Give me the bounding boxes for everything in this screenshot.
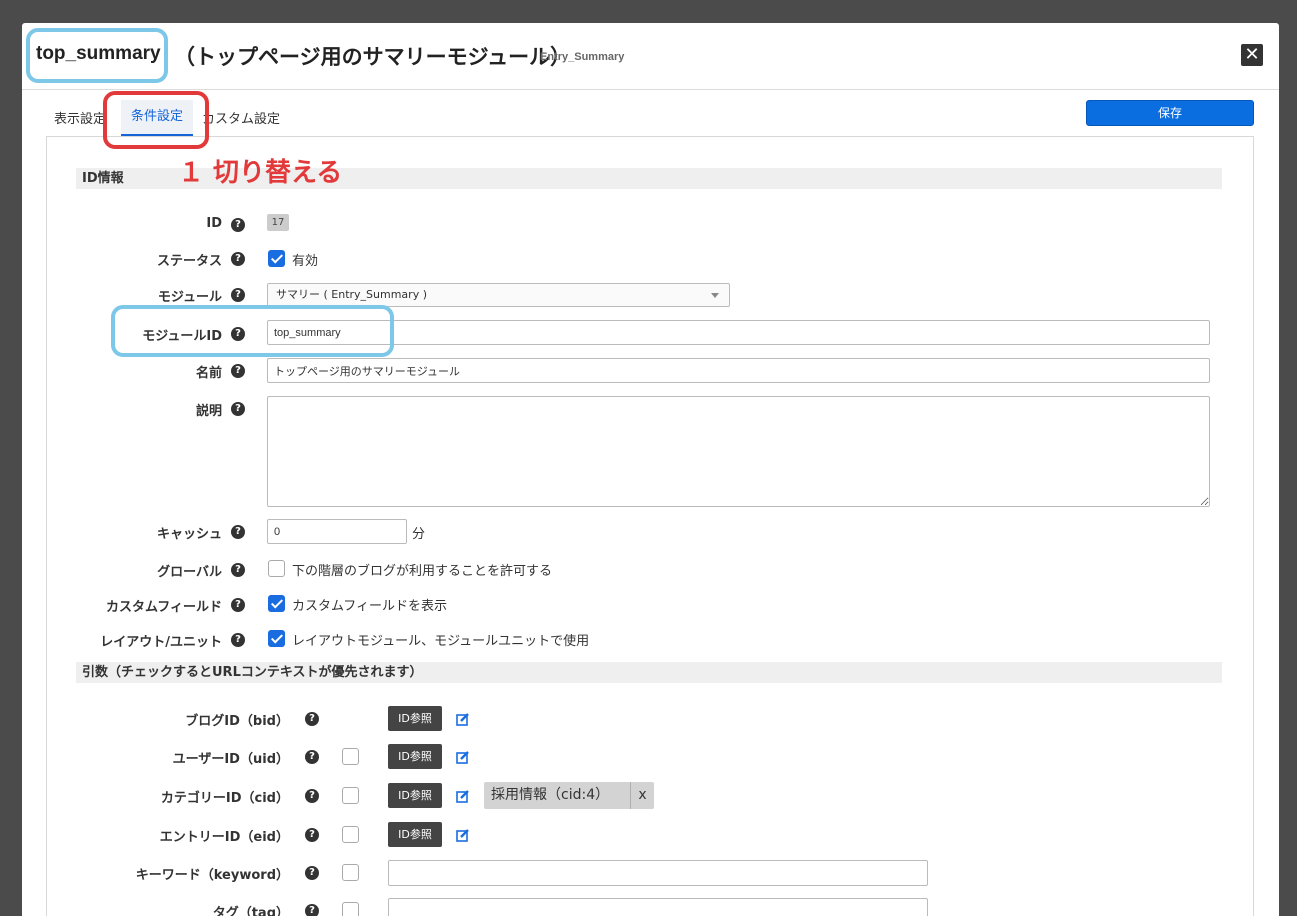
module-select-value: サマリー ( Entry_Summary ) xyxy=(276,288,427,301)
label-module-id: モジュールID xyxy=(142,329,222,344)
global-checkbox[interactable] xyxy=(268,560,285,577)
help-icon[interactable]: ? xyxy=(231,525,245,539)
cache-unit: 分 xyxy=(412,527,426,542)
eid-checkbox[interactable] xyxy=(342,826,359,843)
help-icon[interactable]: ? xyxy=(231,402,245,416)
edit-icon[interactable] xyxy=(456,789,470,803)
label-cid: カテゴリーID（cid） xyxy=(160,791,289,806)
help-icon[interactable]: ? xyxy=(231,364,245,378)
custom-field-checkbox[interactable] xyxy=(268,595,285,612)
help-icon[interactable]: ? xyxy=(231,218,245,232)
module-name-title: （トップページ用のサマリーモジュール） xyxy=(174,45,572,69)
edit-icon[interactable] xyxy=(456,750,470,764)
help-icon[interactable]: ? xyxy=(231,288,245,302)
help-icon[interactable]: ? xyxy=(231,327,245,341)
status-checkbox-label: 有効 xyxy=(292,254,319,269)
label-uid: ユーザーID（uid） xyxy=(172,752,289,767)
cid-checkbox[interactable] xyxy=(342,787,359,804)
layout-unit-checkbox-label: レイアウトモジュール、モジュールユニットで使用 xyxy=(292,634,590,649)
global-checkbox-label: 下の階層のブログが利用することを許可する xyxy=(292,564,553,579)
custom-field-checkbox-label: カスタムフィールドを表示 xyxy=(292,599,447,614)
category-chip-label: 採用情報（cid:4） xyxy=(491,787,610,803)
help-icon[interactable]: ? xyxy=(231,633,245,647)
tab-custom-settings[interactable]: カスタム設定 xyxy=(202,108,280,127)
tab-condition-settings[interactable]: 条件設定 xyxy=(121,100,193,136)
help-icon[interactable]: ? xyxy=(305,789,319,803)
chip-remove-button[interactable]: x xyxy=(630,782,654,809)
tag-checkbox[interactable] xyxy=(342,902,359,916)
uid-id-ref-button[interactable]: ID参照 xyxy=(388,744,442,769)
label-description: 説明 xyxy=(195,404,222,419)
status-checkbox[interactable] xyxy=(268,250,285,267)
tag-input[interactable] xyxy=(388,898,928,916)
save-button[interactable]: 保存 xyxy=(1086,100,1254,126)
layout-unit-checkbox[interactable] xyxy=(268,630,285,647)
label-eid: エントリーID（eid） xyxy=(159,830,289,845)
description-textarea[interactable] xyxy=(267,396,1210,507)
help-icon[interactable]: ? xyxy=(305,866,319,880)
module-id-title: top_summary xyxy=(36,43,161,64)
annotation-switch: １ 切り替える xyxy=(178,158,343,188)
keyword-input[interactable] xyxy=(388,860,928,886)
help-icon[interactable]: ? xyxy=(231,252,245,266)
category-chip: 採用情報（cid:4） x xyxy=(484,782,654,809)
help-icon[interactable]: ? xyxy=(305,828,319,842)
module-select[interactable]: サマリー ( Entry_Summary ) xyxy=(267,283,730,307)
help-icon[interactable]: ? xyxy=(305,904,319,916)
uid-checkbox[interactable] xyxy=(342,748,359,765)
label-bid: ブログID（bid） xyxy=(185,714,289,729)
cid-id-ref-button[interactable]: ID参照 xyxy=(388,783,442,808)
module-id-field[interactable] xyxy=(267,320,1210,345)
help-icon[interactable]: ? xyxy=(305,750,319,764)
chevron-down-icon xyxy=(711,293,719,298)
label-id: ID xyxy=(206,216,222,231)
name-field[interactable] xyxy=(267,358,1210,383)
module-type-label: Entry_Summary xyxy=(540,51,625,63)
tab-display-settings[interactable]: 表示設定 xyxy=(54,108,106,127)
close-icon: ✕ xyxy=(1244,44,1260,65)
cache-field[interactable] xyxy=(267,519,407,544)
label-cache: キャッシュ xyxy=(156,527,222,542)
keyword-checkbox[interactable] xyxy=(342,864,359,881)
dialog-header: top_summary （トップページ用のサマリーモジュール） Entry_Su… xyxy=(22,23,1279,90)
section-arguments: 引数（チェックするとURLコンテキストが優先されます） xyxy=(76,662,1222,683)
label-layout-unit: レイアウト/ユニット xyxy=(100,635,222,650)
label-custom-field: カスタムフィールド xyxy=(106,600,222,615)
eid-id-ref-button[interactable]: ID参照 xyxy=(388,822,442,847)
label-global: グローバル xyxy=(157,565,222,580)
label-keyword: キーワード（keyword） xyxy=(135,868,289,883)
help-icon[interactable]: ? xyxy=(305,712,319,726)
label-status: ステータス xyxy=(156,254,222,269)
label-module: モジュール xyxy=(157,290,222,305)
help-icon[interactable]: ? xyxy=(231,598,245,612)
id-value-badge: 17 xyxy=(267,214,289,231)
label-name: 名前 xyxy=(195,366,222,381)
close-button[interactable]: ✕ xyxy=(1241,44,1263,66)
module-edit-dialog: top_summary （トップページ用のサマリーモジュール） Entry_Su… xyxy=(22,23,1279,916)
help-icon[interactable]: ? xyxy=(231,563,245,577)
bid-id-ref-button[interactable]: ID参照 xyxy=(388,706,442,731)
label-tag: タグ（tag） xyxy=(212,906,289,916)
edit-icon[interactable] xyxy=(456,712,470,726)
edit-icon[interactable] xyxy=(456,828,470,842)
